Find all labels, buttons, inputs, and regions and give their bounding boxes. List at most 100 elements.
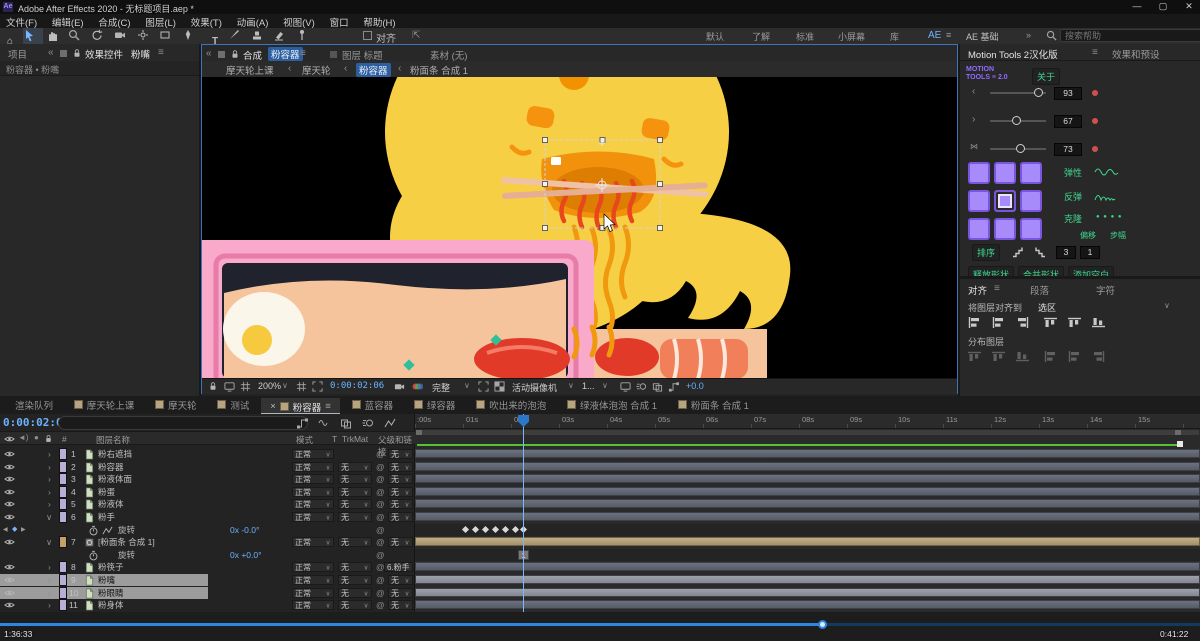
- shape-tool-icon[interactable]: [159, 28, 179, 44]
- trkmat-dropdown[interactable]: 无∨: [338, 512, 372, 522]
- blend-mode-dropdown[interactable]: 正常∨: [292, 575, 334, 585]
- layer-track-8[interactable]: [415, 561, 1200, 573]
- parent-dropdown[interactable]: 无∨: [388, 575, 413, 585]
- trkmat-dropdown[interactable]: 无∨: [338, 487, 372, 497]
- tab-comp-green-liquid-bubble[interactable]: 绿液体泡泡 合成 1: [558, 396, 666, 413]
- trkmat-dropdown[interactable]: 无∨: [338, 562, 372, 572]
- trkmat-dropdown[interactable]: 无∨: [338, 462, 372, 472]
- trkmat-dropdown[interactable]: 无∨: [338, 575, 372, 585]
- visibility-eye-icon[interactable]: [4, 536, 15, 548]
- column-mode[interactable]: 模式: [296, 434, 313, 446]
- layer-name[interactable]: 粉嘴: [98, 574, 115, 586]
- visibility-eye-icon[interactable]: [4, 498, 15, 510]
- parent-dropdown[interactable]: 无∨: [388, 474, 413, 484]
- trkmat-dropdown[interactable]: 无∨: [338, 537, 372, 547]
- anchor-grid-cell[interactable]: [994, 218, 1016, 240]
- resolution-dropdown[interactable]: 完整: [432, 381, 450, 394]
- tab-effect-controls[interactable]: 效果控件: [85, 47, 123, 61]
- collapse-tabs-icon[interactable]: «: [206, 48, 212, 59]
- visibility-eye-icon[interactable]: [4, 448, 15, 460]
- layer-track-9[interactable]: [415, 574, 1200, 586]
- keyframe[interactable]: [502, 526, 509, 533]
- puppet-pin-tool-icon[interactable]: [296, 28, 316, 44]
- lock-icon[interactable]: [230, 49, 240, 59]
- ease-both-slider-knob[interactable]: [1016, 144, 1025, 153]
- keyframe[interactable]: [462, 526, 469, 533]
- motion-blur-icon[interactable]: [362, 417, 374, 429]
- blend-mode-dropdown[interactable]: 正常∨: [292, 449, 334, 459]
- workspace-libraries[interactable]: 库: [890, 30, 899, 43]
- view-layout-dropdown[interactable]: 1...: [582, 381, 595, 391]
- parent-pickwhip-icon[interactable]: @: [376, 498, 385, 510]
- panel-menu-icon[interactable]: ≡: [1092, 47, 1098, 58]
- workspace-overflow-icon[interactable]: »: [1026, 30, 1031, 40]
- layer-row-2[interactable]: › 2 粉容器 正常∨ 无∨ @ 无∨: [0, 461, 415, 473]
- graph-editor-icon[interactable]: [384, 417, 396, 429]
- hand-tool-icon[interactable]: [46, 28, 66, 44]
- parent-dropdown[interactable]: 无∨: [388, 537, 413, 547]
- active-camera-dropdown[interactable]: 活动摄像机: [512, 381, 557, 394]
- breadcrumb-comp-2[interactable]: 摩天轮: [302, 63, 331, 77]
- composition-viewport[interactable]: [202, 77, 957, 378]
- keyframe[interactable]: [512, 526, 519, 533]
- collapse-tabs-icon[interactable]: «: [48, 47, 54, 58]
- work-area-start-handle[interactable]: [416, 430, 422, 435]
- layer-name[interactable]: 粉蛋: [98, 486, 115, 498]
- channels-icon[interactable]: [412, 382, 423, 391]
- layer-search-input[interactable]: [58, 416, 308, 430]
- tab-effects-presets[interactable]: 效果和预设: [1112, 47, 1160, 61]
- parent-dropdown[interactable]: 6.粉手∨: [384, 562, 413, 572]
- collapse-arrow-icon[interactable]: ∨: [46, 536, 52, 548]
- layer-track-2[interactable]: [415, 461, 1200, 473]
- keyframe-nav-prev-icon[interactable]: ◀: [3, 524, 8, 536]
- property-name[interactable]: 旋转: [118, 549, 135, 561]
- close-button[interactable]: ✕: [1178, 1, 1200, 12]
- clone-button[interactable]: 克隆: [1064, 212, 1082, 225]
- blend-mode-dropdown[interactable]: 正常∨: [292, 588, 334, 598]
- tab-footage[interactable]: 素材 (无): [430, 48, 467, 62]
- pixel-grid-icon[interactable]: [240, 381, 251, 392]
- layer-track-6[interactable]: [415, 511, 1200, 523]
- frame-blend-icon[interactable]: [340, 417, 352, 429]
- column-t[interactable]: T: [332, 434, 337, 444]
- column-trkmat[interactable]: TrkMat: [342, 434, 368, 444]
- layer-track-10[interactable]: [415, 587, 1200, 599]
- trkmat-dropdown[interactable]: 无∨: [338, 499, 372, 509]
- workspace-small-screen[interactable]: 小屏幕: [838, 30, 865, 43]
- parent-dropdown[interactable]: 无∨: [388, 462, 413, 472]
- workspace-ae-basics[interactable]: AE 基础: [966, 30, 999, 43]
- stopwatch-icon[interactable]: [88, 524, 99, 536]
- layer-track-4[interactable]: [415, 486, 1200, 498]
- shy-layers-icon[interactable]: [318, 417, 330, 429]
- tab-align[interactable]: 对齐: [968, 283, 987, 297]
- workspace-learn[interactable]: 了解: [752, 30, 770, 43]
- bounce-button[interactable]: 反弹: [1064, 190, 1082, 203]
- blend-mode-dropdown[interactable]: 正常∨: [292, 474, 334, 484]
- workspace-default[interactable]: 默认: [706, 30, 724, 43]
- panel-menu-icon[interactable]: ≡: [300, 48, 306, 59]
- layer-name[interactable]: 粉眼睛: [98, 587, 124, 599]
- parent-pickwhip-icon[interactable]: @: [376, 448, 385, 460]
- blend-mode-dropdown[interactable]: 正常∨: [292, 487, 334, 497]
- brush-tool-icon[interactable]: [228, 28, 248, 44]
- expand-arrow-icon[interactable]: ›: [48, 461, 51, 473]
- cache-end-handle[interactable]: [1177, 441, 1183, 447]
- layer-name[interactable]: [粉面条 合成 1]: [98, 536, 155, 548]
- blend-mode-dropdown[interactable]: 正常∨: [292, 512, 334, 522]
- tab-character[interactable]: 字符: [1096, 283, 1115, 297]
- about-button[interactable]: 关于: [1032, 68, 1060, 85]
- layer-name[interactable]: 粉液体: [98, 498, 124, 510]
- share-icon[interactable]: ⇱: [412, 30, 420, 41]
- mask-visibility-icon[interactable]: [312, 381, 323, 392]
- parent-pickwhip-icon[interactable]: @: [376, 461, 385, 473]
- pixel-aspect-icon[interactable]: [620, 381, 631, 392]
- keyframe-nav-next-icon[interactable]: ▶: [21, 524, 26, 536]
- align-v-center-icon[interactable]: [1068, 317, 1081, 328]
- sort-stride-value[interactable]: 1: [1080, 246, 1100, 259]
- layer-name[interactable]: 粉容器: [98, 461, 124, 473]
- tab-project[interactable]: 项目: [8, 47, 27, 61]
- snapshot-icon[interactable]: [394, 381, 405, 392]
- layer-row-7[interactable]: ∨ 7 [粉面条 合成 1] 正常∨ 无∨ @ 无∨: [0, 536, 415, 548]
- ease-both-apply-dot[interactable]: [1092, 146, 1098, 152]
- anchor-grid-cell[interactable]: [968, 218, 990, 240]
